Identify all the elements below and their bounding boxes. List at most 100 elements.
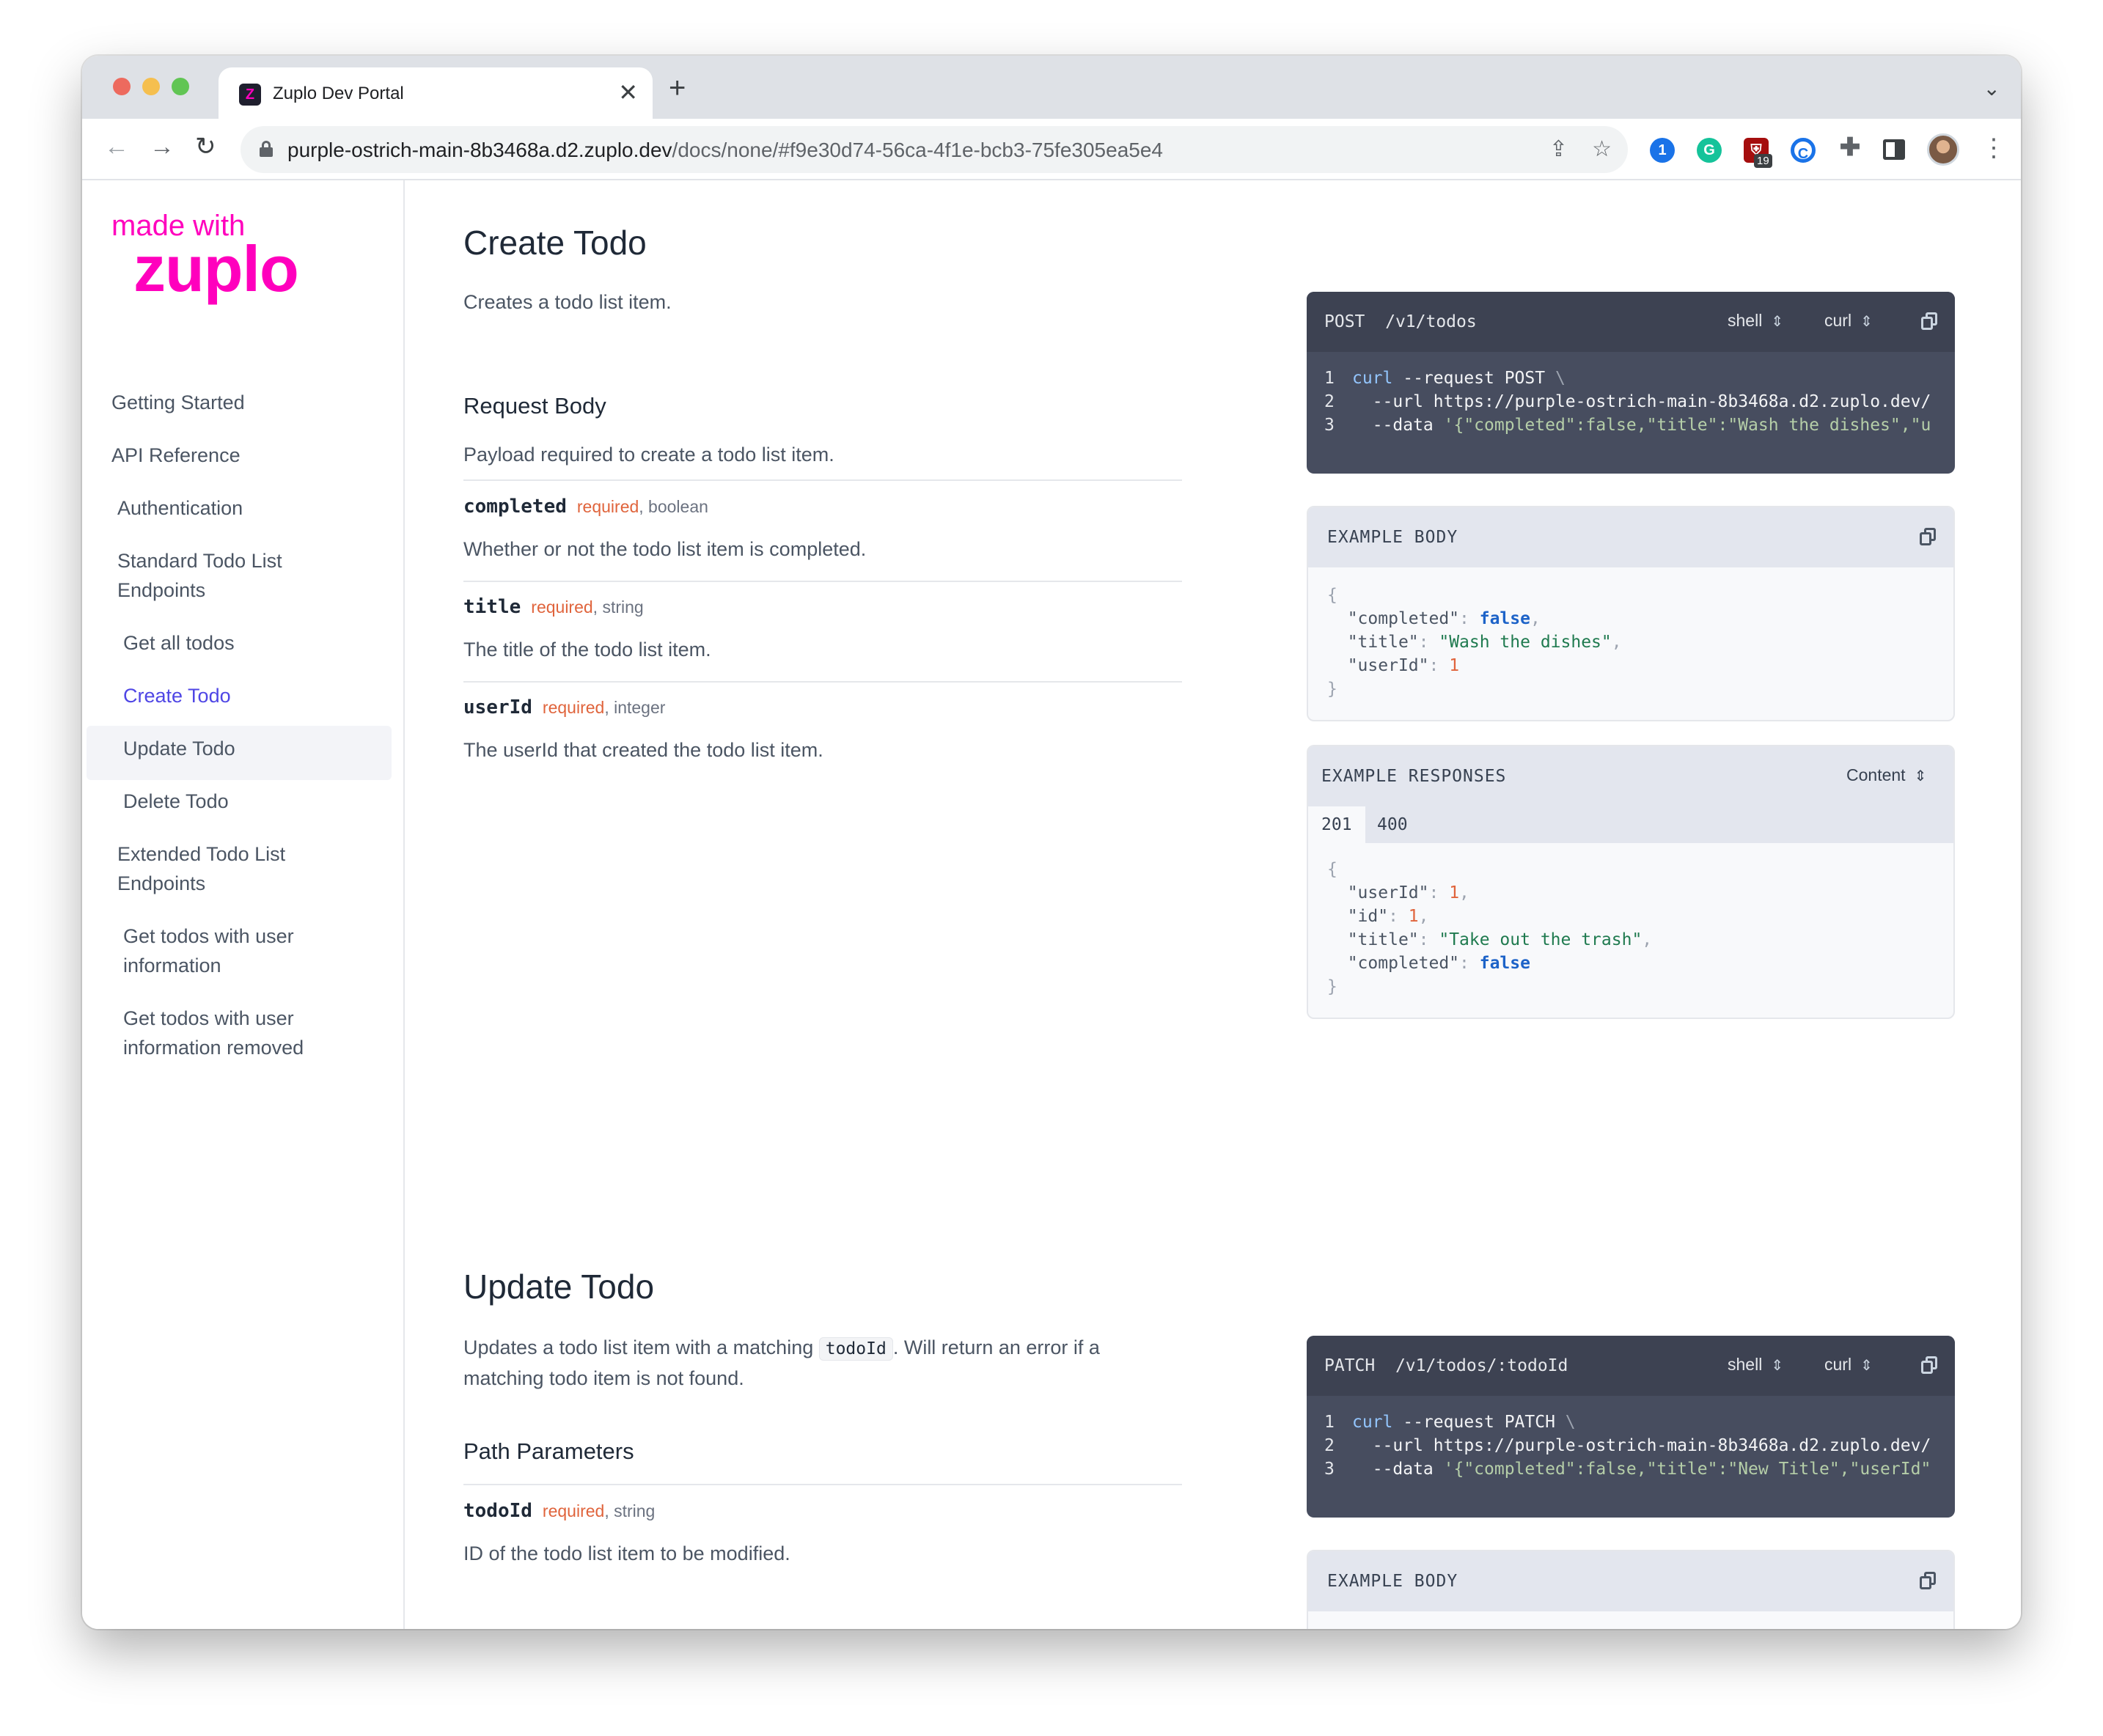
json-key: "completed" — [1347, 609, 1460, 628]
extension-grammarly-icon[interactable]: G — [1697, 138, 1722, 163]
json-brace: } — [1327, 977, 1337, 996]
sidebar-item-get-all-todos[interactable]: Get all todos — [123, 628, 235, 658]
forward-arrow-icon[interactable]: → — [150, 132, 175, 161]
page-content: made with zuplo Getting Started API Refe… — [82, 180, 2021, 1629]
create-example-responses-panel: EXAMPLE RESPONSES Content ⇕ 201 400 { "us… — [1307, 745, 1955, 1019]
sidebar-item-get-todos-with-user-information[interactable]: Get todos with user information — [123, 922, 343, 980]
content-select[interactable]: Content ⇕ — [1846, 765, 1926, 785]
sidebar-item-extended-todo-list-endpoints[interactable]: Extended Todo List Endpoints — [117, 839, 337, 898]
share-icon[interactable]: ⇪ — [1549, 136, 1568, 163]
code-line: 3 --data '{"completed":false,"title":"Wa… — [1324, 413, 1955, 437]
address-bar[interactable]: purple-ostrich-main-8b3468a.d2.zuplo.dev… — [241, 126, 1628, 173]
example-responses-label: EXAMPLE RESPONSES — [1321, 767, 1507, 786]
code-text: --data — [1352, 416, 1444, 435]
reload-icon[interactable]: ↻ — [195, 132, 216, 161]
client-select[interactable]: curl ⇕ — [1824, 311, 1873, 331]
line-number: 1 — [1324, 1413, 1335, 1432]
sidebar-item-update-todo[interactable]: Update Todo — [123, 734, 235, 763]
sidebar-item-api-reference[interactable]: API Reference — [111, 441, 241, 470]
browser-menu-kebab-icon[interactable]: ⋮ — [1981, 133, 2006, 163]
field-name: userId — [463, 696, 532, 718]
field-type: , boolean — [639, 497, 708, 516]
field-name: title — [463, 596, 521, 618]
code-line: 2 --url https://purple-ostrich-main-8b34… — [1324, 390, 1955, 413]
endpoint-label: POST /v1/todos — [1324, 312, 1477, 331]
browser-window: Z Zuplo Dev Portal ✕ + ⌄ ← → ↻ purple-os… — [82, 56, 2021, 1629]
line-number: 1 — [1324, 369, 1335, 388]
close-window-button[interactable] — [113, 78, 131, 95]
json-key: "title" — [1347, 633, 1419, 652]
copy-icon[interactable] — [1921, 312, 1937, 330]
json-key: "completed" — [1347, 954, 1460, 973]
sidebar-item-get-todos-with-user-information-removed[interactable]: Get todos with user information removed — [123, 1004, 343, 1062]
tab-close-icon[interactable]: ✕ — [618, 79, 638, 106]
extension-1password-icon[interactable]: 1 — [1650, 138, 1675, 163]
sidebar-item-standard-todo-list-endpoints[interactable]: Standard Todo List Endpoints — [117, 546, 337, 605]
endpoint-path: /v1/todos/:todoId — [1395, 1356, 1568, 1375]
sidebar-item-delete-todo[interactable]: Delete Todo — [123, 787, 229, 816]
tab-status-400[interactable]: 400 — [1364, 806, 1421, 843]
code-continuation: \ — [1565, 1413, 1576, 1432]
request-body-description: Payload required to create a todo list i… — [463, 444, 834, 466]
language-select[interactable]: shell ⇕ — [1728, 1355, 1783, 1375]
update-todo-title: Update Todo — [463, 1268, 655, 1306]
example-body-label: EXAMPLE BODY — [1327, 528, 1458, 547]
json-value: 1 — [1449, 883, 1460, 902]
new-tab-button[interactable]: + — [669, 73, 686, 103]
endpoint-path: /v1/todos — [1385, 312, 1477, 331]
json-value: false — [1479, 954, 1530, 973]
logo-zuplo[interactable]: zuplo — [133, 232, 299, 306]
bookmark-star-icon[interactable]: ☆ — [1592, 136, 1612, 163]
code-line: 2 --url https://purple-ostrich-main-8b34… — [1324, 1434, 1955, 1457]
json-comma: , — [1418, 907, 1429, 926]
code-block: 1 curl --request PATCH \ 2 --url https://p… — [1324, 1410, 1955, 1481]
field-description: The userId that created the todo list it… — [463, 739, 823, 761]
back-arrow-icon[interactable]: ← — [104, 132, 129, 161]
sidebar-item-authentication[interactable]: Authentication — [117, 493, 243, 523]
profile-avatar[interactable] — [1927, 133, 1959, 166]
create-todo-description: Creates a todo list item. — [463, 291, 672, 313]
json-entry: "userId": 1, — [1347, 883, 1469, 902]
json-key: "title" — [1347, 930, 1419, 949]
example-body-json: { "completed": false, "title": "Wash the… — [1327, 584, 1622, 701]
code-string: '{"completed":false,"title":"Wash the di… — [1443, 416, 1931, 435]
json-comma: , — [1611, 633, 1622, 652]
update-example-body-panel: EXAMPLE BODY — [1307, 1550, 1955, 1629]
extensions-puzzle-icon[interactable]: ✚ — [1838, 135, 1862, 160]
code-panel-header: PATCH /v1/todos/:todoId shell ⇕ curl ⇕ — [1307, 1336, 1955, 1396]
sidebar-item-getting-started[interactable]: Getting Started — [111, 388, 245, 417]
line-number: 3 — [1324, 416, 1335, 435]
http-method: POST — [1324, 312, 1365, 331]
sidebar-item-create-todo[interactable]: Create Todo — [123, 681, 231, 710]
tab-status-201[interactable]: 201 — [1308, 806, 1365, 843]
browser-tab[interactable]: Z Zuplo Dev Portal ✕ — [219, 67, 653, 119]
tab-search-chevron-icon[interactable]: ⌄ — [1983, 76, 2000, 100]
lock-icon[interactable] — [260, 141, 273, 157]
field-description: Whether or not the todo list item is com… — [463, 538, 867, 560]
example-response-json: { "userId": 1, "id": 1, "title": "Take o… — [1327, 858, 1652, 998]
field-userid: userId required, integer — [463, 695, 665, 723]
description-text: . Will return an error if a — [892, 1336, 1100, 1358]
endpoint-label: PATCH /v1/todos/:todoId — [1324, 1356, 1568, 1375]
field-type: , integer — [604, 698, 666, 717]
maximize-window-button[interactable] — [172, 78, 189, 95]
code-text: --url https://purple-ostrich-main-8b3468… — [1352, 392, 1931, 411]
param-name: todoId — [463, 1500, 532, 1522]
minimize-window-button[interactable] — [142, 78, 160, 95]
create-example-body-panel: EXAMPLE BODY { "completed": false, "titl… — [1307, 506, 1955, 721]
code-continuation: \ — [1555, 369, 1566, 388]
client-select[interactable]: curl ⇕ — [1824, 1355, 1873, 1375]
language-select[interactable]: shell ⇕ — [1728, 311, 1783, 331]
description-text: Updates a todo list item with a matching — [463, 1336, 819, 1358]
extension-c-icon[interactable]: C — [1791, 138, 1816, 163]
copy-icon[interactable] — [1920, 528, 1936, 545]
request-body-heading: Request Body — [463, 393, 606, 419]
code-text: --url https://purple-ostrich-main-8b3468… — [1352, 1436, 1931, 1455]
url-text[interactable]: purple-ostrich-main-8b3468a.d2.zuplo.dev… — [287, 139, 1163, 162]
copy-icon[interactable] — [1920, 1572, 1936, 1589]
json-key: "id" — [1347, 907, 1389, 926]
copy-icon[interactable] — [1921, 1356, 1937, 1374]
json-comma: , — [1642, 930, 1653, 949]
create-code-panel: POST /v1/todos shell ⇕ curl ⇕ 1 curl --requ… — [1307, 292, 1955, 474]
side-panel-icon[interactable] — [1883, 139, 1905, 160]
